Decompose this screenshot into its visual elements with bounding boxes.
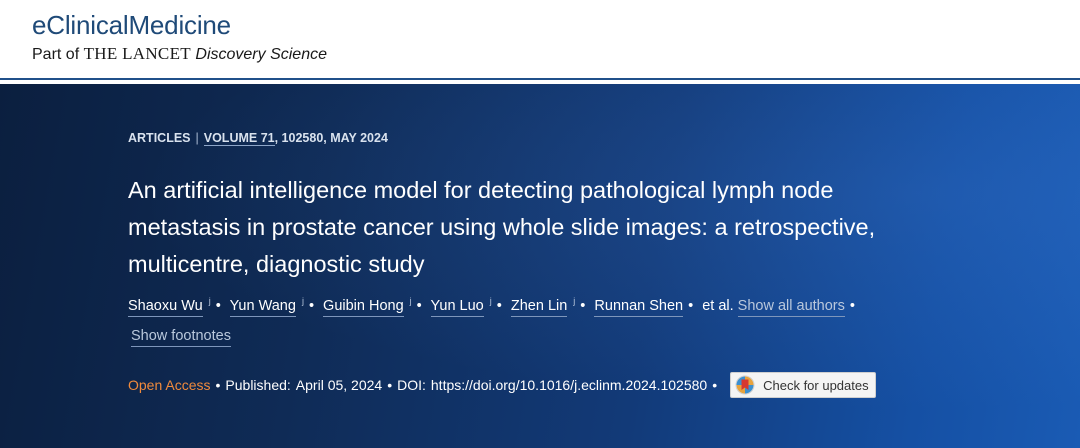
author-link[interactable]: Shaoxu Wu [128,297,203,317]
volume-link[interactable]: VOLUME 71 [203,131,275,146]
open-access-badge: Open Access [128,377,211,393]
published-date: April 05, 2024 [295,377,383,393]
author-link[interactable]: Guibin Hong [323,297,404,317]
article-title: An artificial intelligence model for det… [128,177,876,277]
check-for-updates-button[interactable]: Check for updates [730,372,876,398]
doi-link[interactable]: https://doi.org/10.1016/j.eclinm.2024.10… [431,377,707,393]
journal-logo-link[interactable]: eClinicalMedicine [32,10,231,41]
check-for-updates-label: Check for updates [763,377,869,393]
publication-info: Open Access • Published: April 05, 2024 … [128,372,876,398]
journal-header: eClinicalMedicine Part of THE LANCET Dis… [0,0,1080,78]
doi-label: DOI: [397,377,426,393]
author-marker[interactable]: j [490,296,492,306]
show-all-authors-button[interactable]: Show all authors [737,297,845,317]
author-link[interactable]: Yun Luo [430,297,484,317]
author-marker[interactable]: j [209,296,211,306]
author-list: Shaoxu Wu j • Yun Wang j • Guibin Hong j • Yun… [128,296,948,317]
author-marker[interactable]: j [410,296,412,306]
article-meta: ARTICLES | VOLUME 71, 102580, MAY 2024 [128,131,388,146]
crossmark-icon [735,375,755,395]
article-type-link[interactable]: ARTICLES [128,131,191,145]
author-marker[interactable]: j [573,296,575,306]
lancet-name: THE LANCET [83,44,191,63]
header-divider [0,78,1080,80]
author-link[interactable]: Zhen Lin [510,297,568,317]
discovery-science-label: Discovery Science [195,46,327,63]
published-label: Published: [225,377,291,393]
show-footnotes-button[interactable]: Show footnotes [131,328,231,347]
et-al-label: et al. [702,297,734,314]
volume-details: , 102580, MAY 2024 [274,131,388,145]
author-link[interactable]: Yun Wang [229,297,296,317]
author-marker[interactable]: j [302,296,304,306]
lancet-affiliation: Part of THE LANCET Discovery Science [32,44,327,64]
article-hero: ARTICLES | VOLUME 71, 102580, MAY 2024 An … [0,84,1080,448]
part-of-label: Part of [32,46,80,63]
author-link[interactable]: Runnan Shen [594,297,684,317]
